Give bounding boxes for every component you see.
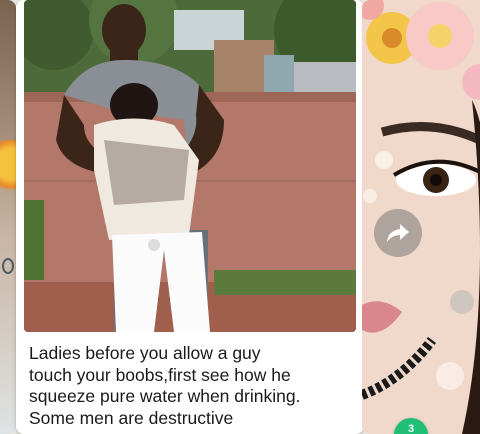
post-caption-line: squeeze pure water when drinking.	[29, 386, 301, 406]
post-caption-line: touch your boobs,first see how he	[29, 364, 291, 385]
post-photo-illustration	[24, 0, 356, 332]
previous-status-card[interactable]	[0, 0, 16, 434]
flower-decoration	[0, 140, 16, 200]
post-caption-line: Ladies before you allow a guy	[29, 343, 261, 363]
status-carousel: Ladies before you allow a guy touch your…	[0, 0, 480, 434]
post-photo	[24, 0, 356, 332]
share-button[interactable]	[374, 209, 422, 257]
post-card[interactable]: Ladies before you allow a guy touch your…	[16, 0, 364, 434]
post-caption-line: Some men are destructive	[29, 407, 234, 428]
post-caption: Ladies before you allow a guy touch your…	[29, 343, 359, 429]
filter-decoration	[2, 258, 14, 274]
share-arrow-icon	[387, 224, 409, 242]
